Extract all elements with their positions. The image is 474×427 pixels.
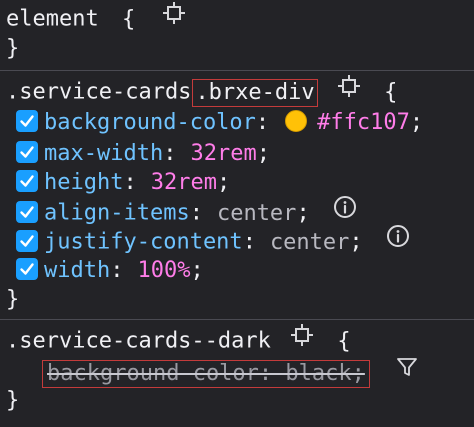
open-brace: { [121,6,136,32]
selector-element[interactable]: element [6,7,99,32]
declaration-checkbox[interactable] [16,170,38,192]
close-brace: } [6,388,20,413]
overridden-declaration: background-color: black; [47,360,365,386]
open-brace: { [384,79,398,105]
property-name[interactable]: width [44,258,110,283]
overridden-declaration-highlight[interactable]: background-color: black; [42,359,370,388]
property-value[interactable]: center [270,230,349,255]
colon: : [123,170,137,195]
property-value[interactable]: #ffc107 [317,110,410,135]
close-brace-line: } [6,34,19,64]
close-brace: } [6,36,20,61]
declaration-checkbox[interactable] [16,258,38,280]
selector-service-cards[interactable]: .service-cards [6,80,191,105]
selector-service-cards-dark[interactable]: .service-cards--dark [6,329,271,354]
colon: : [110,258,124,283]
filter-icon[interactable] [395,355,419,388]
selector-brxe-div-highlighted[interactable]: .brxe-div [192,78,318,107]
colon: : [255,110,270,135]
colon: : [189,200,203,226]
declaration-row: height: 32rem; [16,168,230,198]
colon: : [163,141,177,166]
rule-service-cards-dark-header: .service-cards--dark { [6,323,351,356]
checkmark-icon [20,234,34,247]
property-name[interactable]: justify-content [44,230,243,255]
close-brace-line: } [6,285,19,315]
colon: : [242,229,256,255]
semicolon: ; [349,229,363,255]
checkmark-icon [20,146,34,158]
rule-service-cards-header: .service-cards .brxe-div { [6,74,398,107]
property-name[interactable]: max-width [44,141,163,166]
declaration-row: background-color: #ffc107; [16,108,423,138]
close-brace-line: } [6,386,19,416]
property-name[interactable]: align-items [44,201,190,226]
checkmark-icon [20,175,34,187]
declaration-row: width: 100%; [16,256,204,286]
open-brace: { [337,328,351,354]
property-value[interactable]: 32rem [190,141,256,166]
declaration-checkbox[interactable] [16,229,38,252]
rule-element-header: element { [6,1,186,34]
info-icon[interactable] [333,195,357,228]
close-brace: } [6,287,20,312]
semicolon: ; [409,110,424,135]
checkmark-icon [20,115,34,127]
property-name[interactable]: height [44,170,123,195]
semicolon: ; [190,258,204,283]
property-name[interactable]: background-color [44,110,256,135]
declaration-row: max-width: 32rem; [16,139,270,169]
semicolon: ; [256,141,270,166]
property-value[interactable]: center [217,201,296,226]
declaration-checkbox[interactable] [16,110,38,132]
info-icon[interactable] [386,224,410,257]
declaration-row: justify-content: center; [16,224,410,257]
checkmark-icon [20,263,34,275]
overridden-declaration-row: background-color: black; [42,355,419,388]
declaration-row: align-items: center; [16,195,357,228]
declaration-checkbox[interactable] [16,141,38,163]
declaration-checkbox[interactable] [16,200,38,223]
crosshair-icon[interactable] [337,74,361,107]
property-value[interactable]: 100% [137,258,190,283]
checkmark-icon [20,205,34,218]
semicolon: ; [216,170,231,195]
property-value[interactable]: 32rem [151,170,217,195]
crosshair-icon[interactable] [162,1,186,34]
rule-separator [0,319,474,320]
semicolon: ; [296,200,310,226]
color-swatch[interactable] [285,110,308,132]
rule-separator [0,70,474,71]
crosshair-icon[interactable] [290,323,314,356]
